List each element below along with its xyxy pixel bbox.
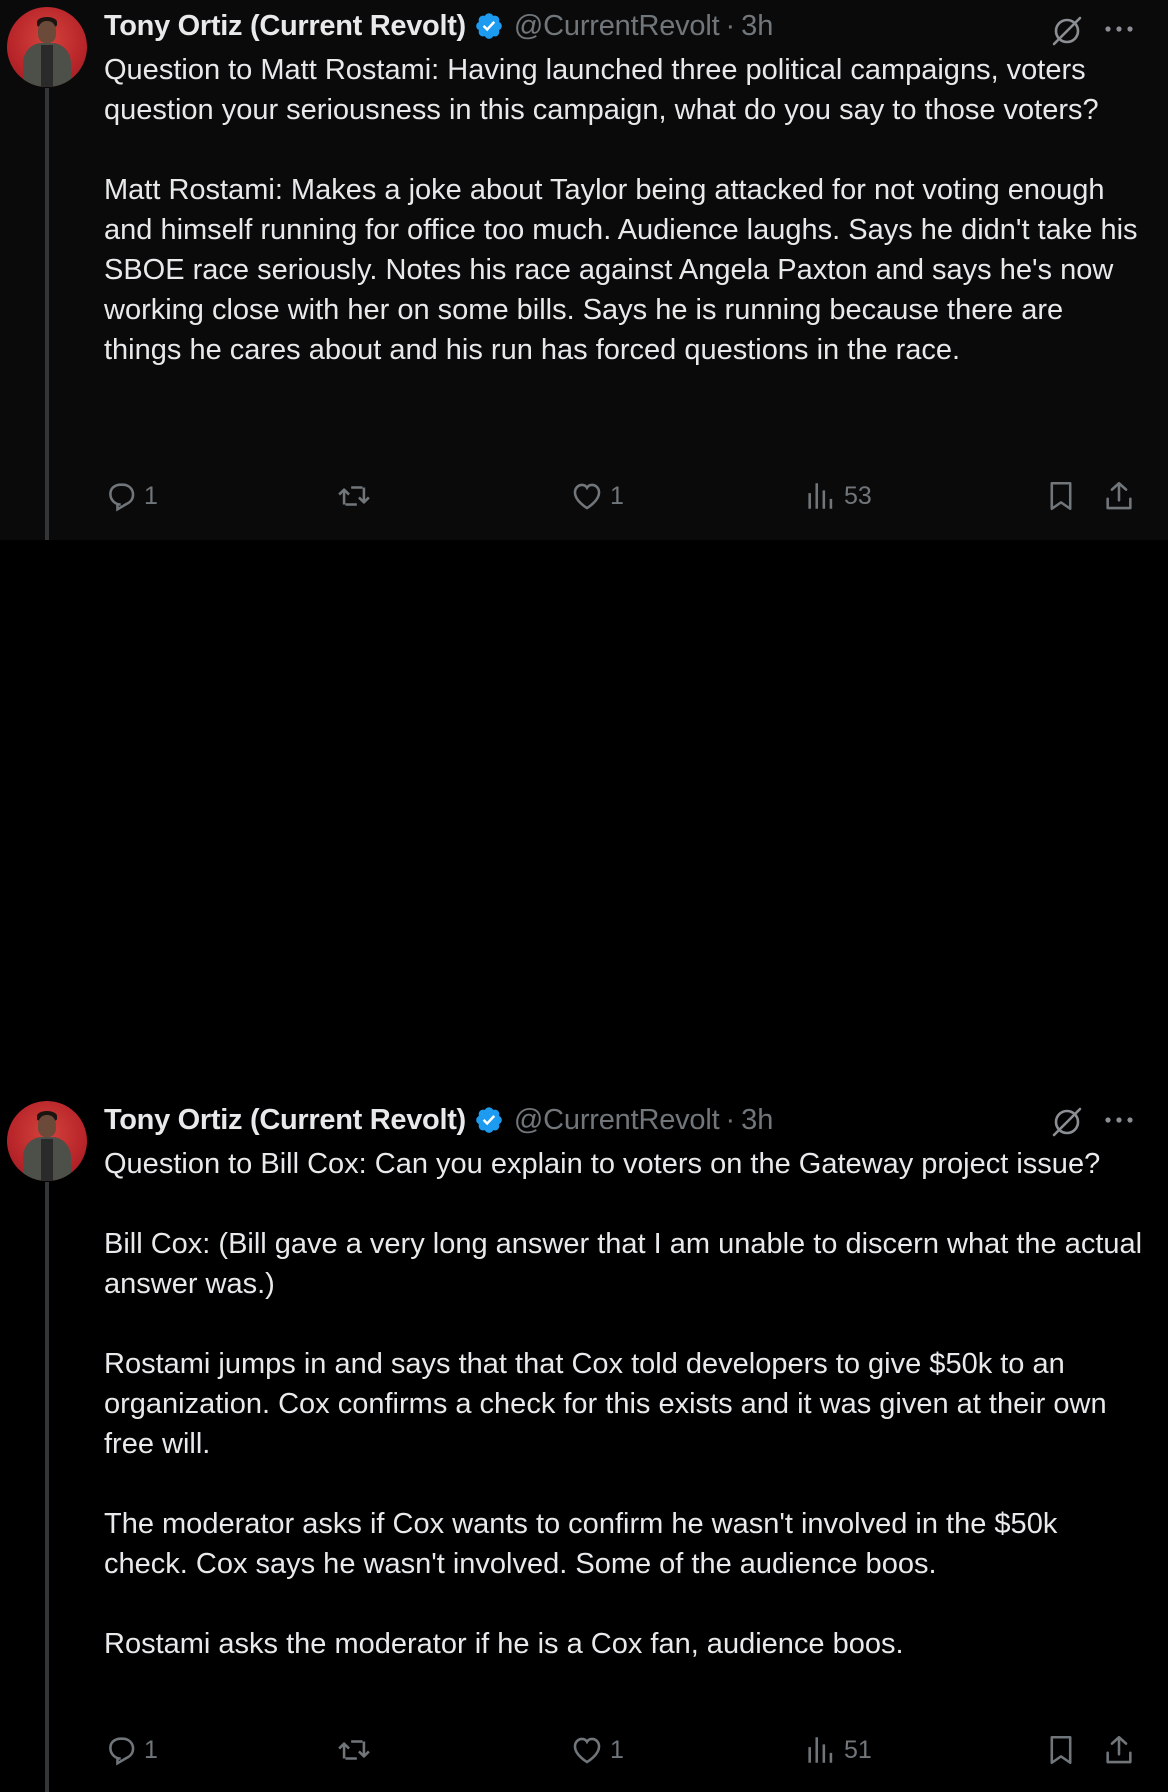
reply-button[interactable]: 1 (104, 1730, 158, 1770)
heart-icon (573, 483, 601, 510)
more-icon[interactable] (1104, 1115, 1134, 1125)
like-button[interactable]: 1 (570, 1730, 624, 1770)
verified-badge-icon[interactable] (474, 1105, 504, 1135)
reply-button[interactable]: 1 (104, 476, 158, 516)
author-name[interactable]: Tony Ortiz (Current Revolt) (104, 10, 466, 43)
timestamp[interactable]: 3h (741, 1104, 773, 1137)
share-icon (1106, 481, 1132, 510)
tweet-header: Tony Ortiz (Current Revolt) @CurrentRevo… (104, 1100, 773, 1140)
avatar[interactable] (7, 7, 87, 87)
like-button[interactable]: 1 (570, 476, 624, 516)
bookmark-button[interactable] (1044, 476, 1078, 516)
separator: · (725, 9, 736, 42)
tweet[interactable]: Tony Ortiz (Current Revolt) @CurrentRevo… (0, 0, 1168, 540)
tweet-text: Question to Bill Cox: Can you explain to… (104, 1148, 1143, 1660)
timestamp[interactable]: 3h (741, 10, 773, 43)
thread-line (45, 1182, 49, 1792)
views-icon (808, 483, 833, 509)
views-icon (808, 1737, 833, 1763)
tweet[interactable]: Tony Ortiz (Current Revolt) @CurrentRevo… (0, 540, 1168, 1792)
reply-count: 1 (144, 481, 158, 510)
verified-badge-icon[interactable] (474, 11, 504, 41)
separator: · (725, 1103, 736, 1136)
thread-line (45, 88, 49, 540)
reply-icon (109, 1737, 135, 1766)
retweet-button[interactable] (337, 476, 377, 516)
like-count: 1 (610, 1735, 624, 1764)
author-handle[interactable]: @CurrentRevolt (514, 1104, 720, 1137)
reply-count: 1 (144, 1735, 158, 1764)
views-button[interactable]: 51 (804, 1730, 872, 1770)
views-count: 51 (844, 1735, 872, 1764)
tweet-header: Tony Ortiz (Current Revolt) @CurrentRevo… (104, 6, 773, 46)
retweet-button[interactable] (337, 1730, 377, 1770)
more-icon[interactable] (1104, 24, 1134, 34)
heart-icon (573, 1737, 601, 1764)
views-button[interactable]: 53 (804, 476, 872, 516)
retweet-icon (338, 486, 370, 506)
author-name[interactable]: Tony Ortiz (Current Revolt) (104, 1104, 466, 1137)
views-count: 53 (844, 481, 872, 510)
bookmark-button[interactable] (1044, 1730, 1078, 1770)
like-count: 1 (610, 481, 624, 510)
reply-icon (109, 483, 135, 512)
share-button[interactable] (1102, 476, 1136, 516)
share-icon (1106, 1735, 1132, 1764)
avatar[interactable] (7, 1101, 87, 1181)
share-button[interactable] (1102, 1730, 1136, 1770)
bookmark-icon (1050, 481, 1072, 511)
tweet-actions: 1 1 53 (104, 476, 1144, 516)
grok-icon[interactable] (1050, 1105, 1084, 1139)
tweet-actions: 1 1 51 (104, 1730, 1144, 1770)
tweet-text: Question to Matt Rostami: Having launche… (104, 54, 1138, 366)
author-handle[interactable]: @CurrentRevolt (514, 10, 720, 43)
bookmark-icon (1050, 1735, 1072, 1765)
grok-icon[interactable] (1050, 14, 1084, 48)
retweet-icon (338, 1740, 370, 1760)
